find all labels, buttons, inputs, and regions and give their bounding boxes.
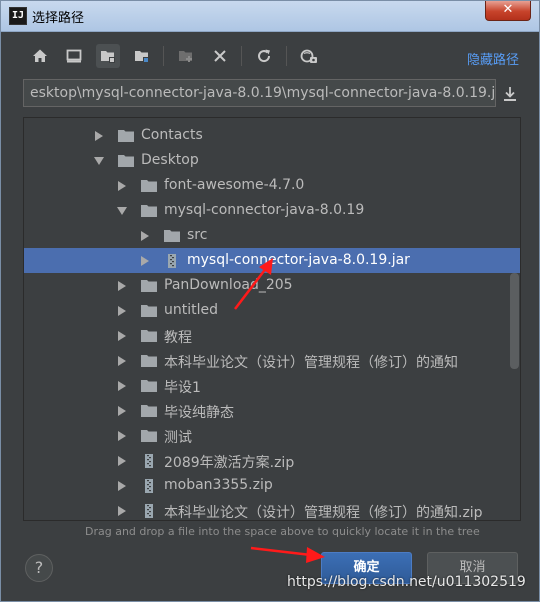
tree-row[interactable]: font-awesome-4.7.0 (24, 173, 520, 198)
show-hidden-icon (300, 49, 317, 63)
path-input[interactable]: esktop\mysql-connector-java-8.0.19\mysql… (23, 79, 496, 107)
tree-row-label: Contacts (141, 127, 203, 143)
expanded-arrow-icon[interactable] (117, 206, 127, 216)
tree-row-label: font-awesome-4.7.0 (164, 177, 305, 193)
desktop-button[interactable] (62, 44, 86, 68)
tree-row-label: Desktop (141, 152, 199, 168)
toolbar: 隐藏路径 (1, 32, 539, 76)
tree-row-label: 教程 (164, 330, 192, 346)
tree-row-label: 毕设纯静态 (164, 405, 234, 421)
collapsed-arrow-icon[interactable] (140, 256, 150, 266)
tree-row-label: src (187, 227, 208, 243)
drag-drop-hint: Drag and drop a file into the space abov… (85, 525, 480, 538)
module-button[interactable] (130, 44, 154, 68)
folder-icon (141, 330, 157, 342)
module-folder-icon (135, 51, 149, 63)
tree-row[interactable]: 测试 (24, 423, 520, 448)
collapsed-arrow-icon[interactable] (117, 481, 127, 491)
home-icon (33, 49, 47, 62)
tree-row-label: moban3355.zip (164, 477, 273, 493)
archive-file-icon (145, 504, 153, 518)
tree-row-label: untitled (164, 302, 219, 318)
toolbar-separator (163, 46, 164, 66)
toolbar-separator (286, 46, 287, 66)
tree-row[interactable]: 本科毕业论文（设计）管理规程（修订）的通知 (24, 348, 520, 373)
tree-row[interactable]: untitled (24, 298, 520, 323)
annotation-arrow-icon (250, 546, 325, 563)
tree-row-label: mysql-connector-java-8.0.19 (164, 202, 365, 218)
intellij-icon: IJ (9, 7, 27, 25)
archive-file-icon (145, 454, 153, 468)
folder-icon (141, 205, 157, 217)
project-button[interactable] (96, 44, 120, 68)
tree-row-label: mysql-connector-java-8.0.19.jar (187, 252, 410, 268)
tree-row[interactable]: 毕设1 (24, 373, 520, 398)
folder-icon (141, 355, 157, 367)
desktop-icon (66, 49, 82, 63)
tree-row[interactable]: 本科毕业论文（设计）管理规程（修订）的通知.zip (24, 498, 520, 521)
folder-icon (118, 155, 134, 167)
hide-path-link[interactable]: 隐藏路径 (467, 49, 519, 68)
collapsed-arrow-icon[interactable] (117, 456, 127, 466)
tree-row[interactable]: moban3355.zip (24, 473, 520, 498)
collapsed-arrow-icon[interactable] (117, 381, 127, 391)
archive-file-icon (168, 254, 176, 268)
tree-row[interactable]: mysql-connector-java-8.0.19 (24, 198, 520, 223)
tree-row-selected[interactable]: mysql-connector-java-8.0.19.jar (24, 248, 520, 273)
file-tree[interactable]: Contacts Desktop font-awesome-4.7.0 mysql-c… (23, 117, 521, 521)
archive-file-icon (145, 479, 153, 493)
tree-row-label: 测试 (164, 430, 192, 446)
collapsed-arrow-icon[interactable] (117, 181, 127, 191)
collapsed-arrow-icon[interactable] (94, 131, 104, 141)
folder-icon (141, 405, 157, 417)
delete-button[interactable] (208, 44, 232, 68)
new-folder-icon (179, 51, 192, 62)
tree-row[interactable]: src (24, 223, 520, 248)
tree-row[interactable]: 毕设纯静态 (24, 398, 520, 423)
download-icon[interactable] (501, 85, 519, 103)
tree-row[interactable]: 教程 (24, 323, 520, 348)
tree-row[interactable]: 2089年激活方案.zip (24, 448, 520, 473)
folder-icon (141, 380, 157, 392)
collapsed-arrow-icon[interactable] (117, 331, 127, 341)
collapsed-arrow-icon[interactable] (140, 231, 150, 241)
refresh-icon (258, 49, 271, 63)
tree-row[interactable]: PanDownload_205 (24, 273, 520, 298)
collapsed-arrow-icon[interactable] (117, 306, 127, 316)
choose-path-dialog: IJ 选择路径 ✕ 隐藏路径 esktop\mysql-connector-ja… (0, 0, 540, 602)
folder-icon (164, 230, 180, 242)
folder-icon (141, 280, 157, 292)
collapsed-arrow-icon[interactable] (117, 506, 127, 516)
watermark: https://blog.csdn.net/u011302519 (287, 574, 526, 590)
folder-icon (141, 305, 157, 317)
tree-row-label: 2089年激活方案.zip (164, 455, 295, 471)
dialog-title: 选择路径 (32, 11, 85, 26)
folder-icon (118, 130, 134, 142)
close-button[interactable]: ✕ (485, 1, 531, 21)
tree-row[interactable]: Contacts (24, 123, 520, 148)
project-folder-icon (101, 51, 115, 63)
show-hidden-button[interactable] (297, 44, 321, 68)
delete-icon (214, 50, 226, 62)
tree-row[interactable]: Desktop (24, 148, 520, 173)
folder-icon (141, 430, 157, 442)
expanded-arrow-icon[interactable] (94, 156, 104, 166)
collapsed-arrow-icon[interactable] (117, 356, 127, 366)
collapsed-arrow-icon[interactable] (117, 406, 127, 416)
tree-row-label: 本科毕业论文（设计）管理规程（修订）的通知.zip (164, 505, 483, 521)
tree-row-label: PanDownload_205 (164, 277, 293, 293)
toolbar-separator (241, 46, 242, 66)
collapsed-arrow-icon[interactable] (117, 281, 127, 291)
new-folder-button[interactable] (174, 44, 198, 68)
refresh-button[interactable] (252, 44, 276, 68)
help-button[interactable]: ? (25, 554, 53, 582)
folder-icon (141, 180, 157, 192)
tree-row-label: 毕设1 (164, 380, 201, 396)
home-button[interactable] (28, 44, 52, 68)
tree-row-label: 本科毕业论文（设计）管理规程（修订）的通知 (164, 355, 458, 371)
title-bar: IJ 选择路径 ✕ (1, 1, 539, 32)
collapsed-arrow-icon[interactable] (117, 431, 127, 441)
